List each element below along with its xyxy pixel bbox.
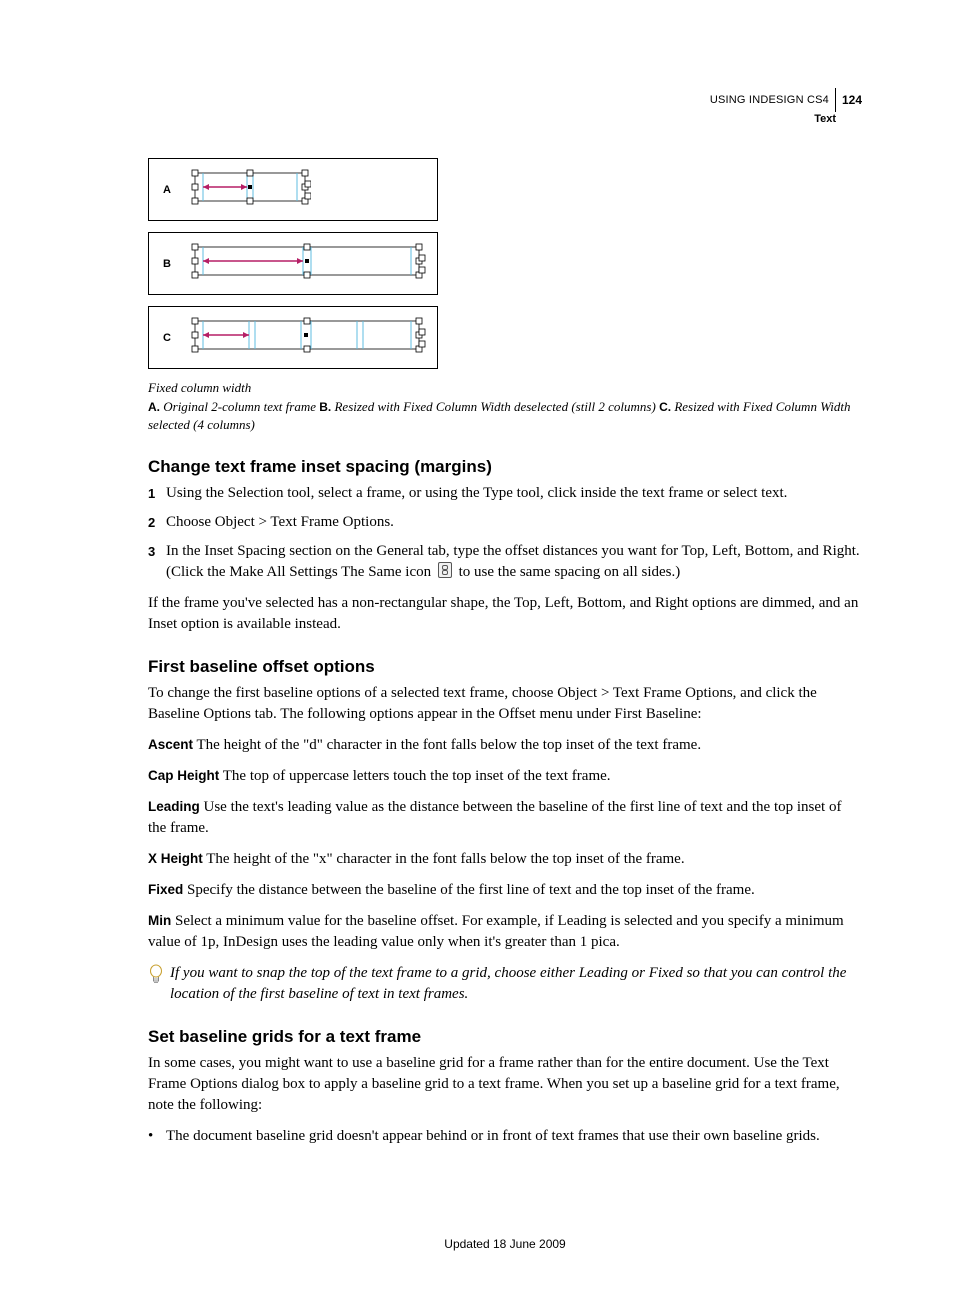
step-1-text: Using the Selection tool, select a frame…: [166, 483, 862, 504]
figure-panel-c-label: C: [163, 332, 171, 344]
legend-b-label: B.: [319, 400, 331, 414]
step-1: 1 Using the Selection tool, select a fra…: [148, 483, 862, 504]
def-leading: Leading Use the text's leading value as …: [148, 797, 862, 839]
first-baseline-intro: To change the first baseline options of …: [148, 683, 862, 725]
section-first-baseline: First baseline offset options To change …: [148, 657, 862, 1005]
header-divider: [835, 88, 836, 112]
figure-panel-a-label: A: [163, 184, 171, 196]
heading-set-baseline-grids: Set baseline grids for a text frame: [148, 1027, 862, 1047]
figure-panel-b-label: B: [163, 258, 171, 270]
step-3: 3 In the Inset Spacing section on the Ge…: [148, 541, 862, 583]
lightbulb-icon: [148, 963, 170, 1005]
legend-a-text: Original 2-column text frame: [160, 399, 319, 414]
tip-baseline-grid: If you want to snap the top of the text …: [148, 963, 862, 1005]
bullet-mark: •: [148, 1126, 166, 1147]
figure-panel-b-svg: [189, 241, 429, 281]
figure-panel-b: B: [148, 232, 438, 295]
step-2: 2 Choose Object > Text Frame Options.: [148, 512, 862, 533]
header-book-title: USING INDESIGN CS4: [710, 94, 829, 106]
text-ascent: The height of the "d" character in the f…: [193, 737, 701, 753]
legend-a-label: A.: [148, 400, 160, 414]
term-x-height: X Height: [148, 851, 203, 866]
bullet-1-text: The document baseline grid doesn't appea…: [166, 1126, 820, 1147]
section-change-inset-spacing: Change text frame inset spacing (margins…: [148, 457, 862, 635]
page-header: USING INDESIGN CS4 124 Text: [710, 88, 862, 125]
step-3-text-b: to use the same spacing on all sides.): [455, 564, 680, 580]
term-ascent: Ascent: [148, 737, 193, 752]
text-min: Select a minimum value for the baseline …: [148, 913, 844, 950]
header-page-number: 124: [842, 93, 862, 107]
heading-change-inset-spacing: Change text frame inset spacing (margins…: [148, 457, 862, 477]
page-footer: Updated 18 June 2009: [148, 1237, 862, 1251]
term-min: Min: [148, 913, 171, 928]
figure-fixed-column-width: A: [148, 158, 862, 369]
header-section: Text: [710, 113, 836, 125]
term-cap-height: Cap Height: [148, 768, 219, 783]
step-2-number: 2: [148, 512, 166, 533]
chain-link-icon: [438, 562, 452, 578]
term-fixed: Fixed: [148, 882, 183, 897]
text-x-height: The height of the "x" character in the f…: [203, 851, 685, 867]
def-cap-height: Cap Height The top of uppercase letters …: [148, 766, 862, 787]
heading-first-baseline: First baseline offset options: [148, 657, 862, 677]
def-ascent: Ascent The height of the "d" character i…: [148, 735, 862, 756]
bullet-1: • The document baseline grid doesn't app…: [148, 1126, 862, 1147]
def-min: Min Select a minimum value for the basel…: [148, 911, 862, 953]
text-leading: Use the text's leading value as the dist…: [148, 799, 841, 836]
figure-caption: Fixed column width: [148, 380, 862, 396]
step-3-body: In the Inset Spacing section on the Gene…: [166, 541, 862, 583]
section-set-baseline-grids: Set baseline grids for a text frame In s…: [148, 1027, 862, 1147]
set-baseline-intro: In some cases, you might want to use a b…: [148, 1053, 862, 1116]
step-3-number: 3: [148, 541, 166, 583]
def-x-height: X Height The height of the "x" character…: [148, 849, 862, 870]
tip-text: If you want to snap the top of the text …: [170, 963, 862, 1005]
figure-panel-c-svg: [189, 315, 429, 355]
figure-panel-c: C: [148, 306, 438, 369]
inset-note-paragraph: If the frame you've selected has a non-r…: [148, 593, 862, 635]
legend-c-label: C.: [659, 400, 671, 414]
def-fixed: Fixed Specify the distance between the b…: [148, 880, 862, 901]
figure-legend: A. Original 2-column text frame B. Resiz…: [148, 398, 862, 433]
step-2-text: Choose Object > Text Frame Options.: [166, 512, 862, 533]
text-cap-height: The top of uppercase letters touch the t…: [219, 768, 610, 784]
text-fixed: Specify the distance between the baselin…: [183, 882, 754, 898]
figure-panel-a: A: [148, 158, 438, 221]
term-leading: Leading: [148, 799, 200, 814]
figure-panel-a-svg: [189, 167, 311, 207]
step-1-number: 1: [148, 483, 166, 504]
legend-b-text: Resized with Fixed Column Width deselect…: [331, 399, 659, 414]
